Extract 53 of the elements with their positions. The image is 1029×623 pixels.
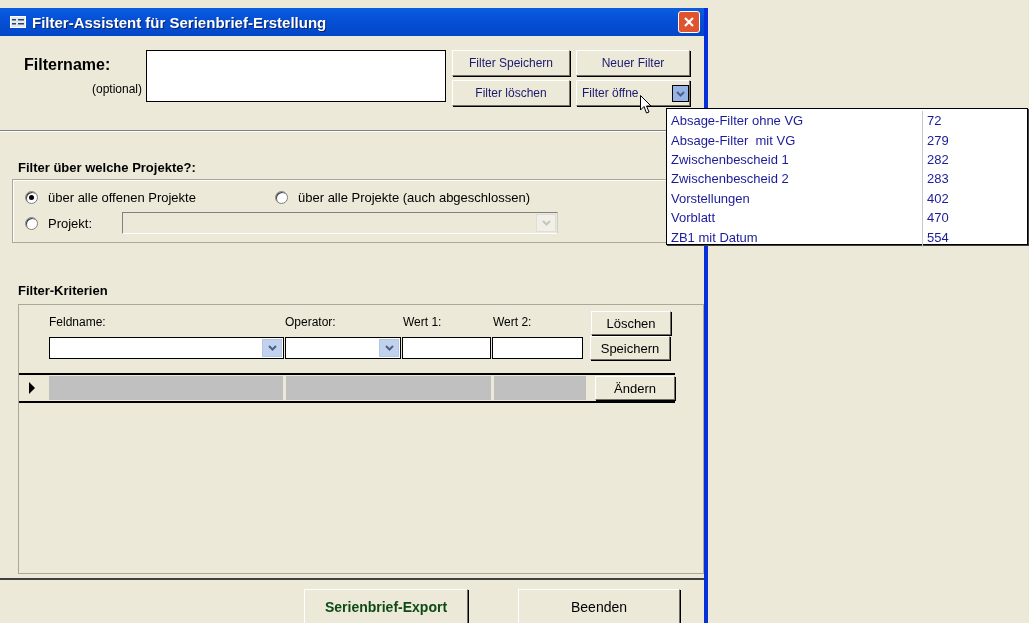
- delete-filter-button[interactable]: Filter löschen: [452, 80, 570, 106]
- chevron-down-icon: [541, 220, 551, 226]
- radio-label: über alle Projekte (auch abgeschlossen): [298, 189, 530, 205]
- optional-hint: (optional): [91, 82, 142, 96]
- delete-button[interactable]: Löschen: [591, 311, 671, 335]
- radio-button[interactable]: [25, 216, 38, 230]
- mouse-pointer-icon: [640, 95, 652, 114]
- column-label: Wert 2:: [493, 315, 533, 331]
- list-item-id: 279: [926, 132, 949, 148]
- new-filter-button[interactable]: Neuer Filter: [576, 50, 690, 76]
- window-title: Filter-Assistent für Serienbrief-Erstellung: [32, 13, 328, 31]
- change-button[interactable]: Ändern: [595, 376, 675, 400]
- filter-name-field[interactable]: [146, 50, 446, 102]
- list-item-id: 72: [926, 113, 942, 129]
- list-item-id: 470: [926, 210, 949, 226]
- chevron-down-icon: [384, 345, 394, 351]
- close-button[interactable]: [678, 11, 700, 33]
- quit-button[interactable]: Beenden: [518, 589, 680, 623]
- record-selector-icon: [29, 382, 35, 394]
- list-item[interactable]: Absage-Filter mit VG: [667, 130, 923, 150]
- list-item-id: 283: [926, 171, 949, 187]
- value-field[interactable]: [402, 337, 491, 359]
- list-item[interactable]: ZB1 mit Datum: [667, 227, 923, 247]
- section-title: Filter-Kriterien: [18, 283, 109, 298]
- list-item-id: 282: [926, 151, 949, 167]
- column-label: Feldname:: [49, 315, 107, 331]
- chevron-down-icon: [267, 345, 277, 351]
- dropdown-button[interactable]: [672, 85, 689, 102]
- operator-dropdown[interactable]: [285, 337, 401, 359]
- close-icon: [683, 16, 695, 28]
- save-button[interactable]: Speichern: [590, 336, 670, 360]
- chevron-down-icon: [676, 90, 685, 97]
- radio-button[interactable]: [275, 190, 288, 204]
- column-label: Operator:: [285, 315, 337, 331]
- form-icon: [10, 16, 26, 28]
- column-label: Wert 1:: [403, 315, 443, 331]
- export-button[interactable]: Serienbrief-Export: [304, 589, 468, 623]
- list-item[interactable]: Vorblatt: [667, 207, 923, 228]
- radio-label: Projekt:: [48, 215, 94, 231]
- list-item[interactable]: Absage-Filter ohne VG: [667, 111, 923, 131]
- save-filter-button[interactable]: Filter Speichern: [452, 50, 570, 76]
- project-dropdown[interactable]: [122, 212, 558, 234]
- list-item[interactable]: Vorstellungen: [667, 188, 923, 208]
- field-name-dropdown[interactable]: [49, 337, 284, 359]
- open-filter-button[interactable]: Filter öffne: [576, 80, 690, 106]
- value-field[interactable]: [492, 337, 583, 359]
- list-item-id: 554: [926, 229, 949, 245]
- list-item[interactable]: Zwischenbescheid 2: [667, 169, 923, 189]
- list-item[interactable]: Zwischenbescheid 1: [667, 149, 923, 170]
- radio-label: über alle offenen Projekte: [48, 189, 196, 205]
- filter-name-label: Filtername:: [23, 56, 111, 74]
- list-item-id: 402: [926, 190, 949, 206]
- section-title: Filter über welche Projekte?:: [18, 160, 197, 175]
